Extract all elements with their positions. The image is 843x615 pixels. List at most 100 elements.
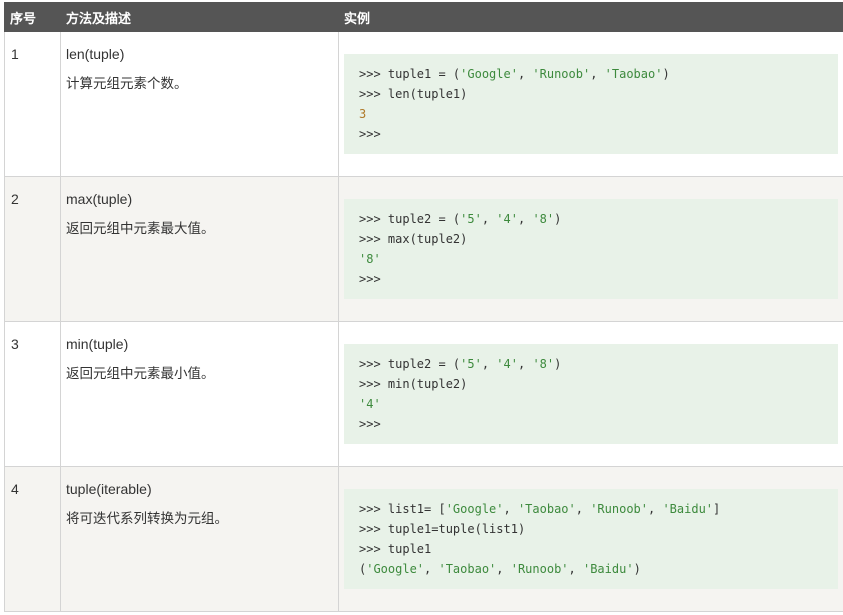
table-body: 1len(tuple)计算元组元素个数。>>> tuple1 = ('Googl…: [5, 32, 843, 612]
code-token: ): [662, 67, 669, 81]
code-token: >>> list1= [: [359, 502, 446, 516]
code-token: >>>: [359, 272, 381, 286]
code-token: >>>: [359, 127, 381, 141]
code-line: >>>: [359, 269, 823, 289]
code-token: ,: [496, 562, 510, 576]
code-string: 'Google': [446, 502, 504, 516]
method-name: max(tuple): [61, 177, 338, 207]
code-token: >>> tuple1: [359, 542, 431, 556]
code-string: '5': [460, 357, 482, 371]
code-line: >>> tuple1: [359, 539, 823, 559]
code-token: >>> tuple2 = (: [359, 357, 460, 371]
code-string: 'Baidu': [583, 562, 634, 576]
example-cell: >>> tuple2 = ('5', '4', '8') >>> max(tupl…: [339, 177, 843, 322]
table-row: 2max(tuple)返回元组中元素最大值。>>> tuple2 = ('5',…: [5, 177, 843, 322]
code-line: >>> tuple2 = ('5', '4', '8'): [359, 209, 823, 229]
code-token: ): [554, 212, 561, 226]
code-line: >>> max(tuple2): [359, 229, 823, 249]
code-line: >>>: [359, 124, 823, 144]
code-string: '4': [496, 357, 518, 371]
code-string: 'Google': [366, 562, 424, 576]
code-token: ,: [482, 212, 496, 226]
code-token: ): [554, 357, 561, 371]
code-line: >>> list1= ['Google', 'Taobao', 'Runoob'…: [359, 499, 823, 519]
code-token: ,: [504, 502, 518, 516]
code-token: >>> max(tuple2): [359, 232, 467, 246]
method-name: min(tuple): [61, 322, 338, 352]
code-token: >>>: [359, 417, 381, 431]
code-string: '8': [532, 357, 554, 371]
code-token: ]: [713, 502, 720, 516]
table-row: 1len(tuple)计算元组元素个数。 >>> tuple1 = ('Googl…: [5, 32, 843, 177]
table-row: 4tuple(iterable)将可迭代系列转换为元组。 >>> list1= […: [5, 467, 843, 612]
code-number: 3: [359, 107, 366, 121]
table-row: 3min(tuple)返回元组中元素最小值。>>> tuple2 = ('5',…: [5, 322, 843, 467]
code-string: '5': [460, 212, 482, 226]
header-row: 序号 方法及描述 实例: [5, 3, 843, 32]
code-line: 3: [359, 104, 823, 124]
code-token: >>> min(tuple2): [359, 377, 467, 391]
code-block: >>> tuple1 = ('Google', 'Runoob', 'Taoba…: [344, 54, 838, 154]
code-block: >>> list1= ['Google', 'Taobao', 'Runoob'…: [344, 489, 838, 589]
row-number: 4: [5, 467, 60, 497]
code-token: ,: [518, 67, 532, 81]
method-description: 返回元组中元素最小值。: [61, 352, 338, 382]
method-description: 计算元组元素个数。: [61, 62, 338, 92]
code-string: 'Taobao': [605, 67, 663, 81]
code-line: >>> tuple1=tuple(list1): [359, 519, 823, 539]
code-line: >>> tuple1 = ('Google', 'Runoob', 'Taoba…: [359, 64, 823, 84]
code-line: '4': [359, 394, 823, 414]
code-string: '4': [359, 397, 381, 411]
code-string: 'Google': [460, 67, 518, 81]
code-token: >>> tuple1=tuple(list1): [359, 522, 525, 536]
example-cell: >>> list1= ['Google', 'Taobao', 'Runoob'…: [339, 467, 843, 612]
code-string: 'Runoob': [511, 562, 569, 576]
code-string: 'Baidu': [662, 502, 713, 516]
tuple-functions-table: 序号 方法及描述 实例 1len(tuple)计算元组元素个数。>>> tupl…: [4, 2, 843, 612]
code-string: '8': [532, 212, 554, 226]
row-number: 2: [5, 177, 60, 207]
code-token: >>> tuple1 = (: [359, 67, 460, 81]
number-cell: 1: [5, 32, 61, 177]
code-string: '8': [359, 252, 381, 266]
method-name: len(tuple): [61, 32, 338, 62]
row-number: 3: [5, 322, 60, 352]
header-method: 方法及描述: [61, 3, 339, 32]
code-token: ,: [518, 212, 532, 226]
code-string: 'Runoob': [590, 502, 648, 516]
code-block: >>> tuple2 = ('5', '4', '8') >>> min(tupl…: [344, 344, 838, 444]
table-header: 序号 方法及描述 实例: [5, 3, 843, 32]
number-cell: 3: [5, 322, 61, 467]
code-string: 'Runoob': [532, 67, 590, 81]
method-description: 返回元组中元素最大值。: [61, 207, 338, 237]
example-cell: >>> tuple2 = ('5', '4', '8') >>> min(tupl…: [339, 322, 843, 467]
code-line: >>> tuple2 = ('5', '4', '8'): [359, 354, 823, 374]
number-cell: 4: [5, 467, 61, 612]
code-line: >>>: [359, 414, 823, 434]
code-string: 'Taobao': [518, 502, 576, 516]
method-cell: min(tuple)返回元组中元素最小值。: [61, 322, 339, 467]
code-line: '8': [359, 249, 823, 269]
code-token: >>> tuple2 = (: [359, 212, 460, 226]
method-cell: max(tuple)返回元组中元素最大值。: [61, 177, 339, 322]
method-name: tuple(iterable): [61, 467, 338, 497]
code-token: ,: [424, 562, 438, 576]
code-string: '4': [496, 212, 518, 226]
code-token: ,: [518, 357, 532, 371]
header-number: 序号: [5, 3, 61, 32]
code-token: ,: [590, 67, 604, 81]
method-cell: tuple(iterable)将可迭代系列转换为元组。: [61, 467, 339, 612]
method-cell: len(tuple)计算元组元素个数。: [61, 32, 339, 177]
code-token: >>> len(tuple1): [359, 87, 467, 101]
code-token: ,: [482, 357, 496, 371]
header-example: 实例: [339, 3, 843, 32]
code-line: >>> min(tuple2): [359, 374, 823, 394]
code-token: ,: [569, 562, 583, 576]
code-string: 'Taobao': [438, 562, 496, 576]
code-block: >>> tuple2 = ('5', '4', '8') >>> max(tupl…: [344, 199, 838, 299]
code-token: ): [634, 562, 641, 576]
code-token: ,: [648, 502, 662, 516]
method-description: 将可迭代系列转换为元组。: [61, 497, 338, 527]
code-line: >>> len(tuple1): [359, 84, 823, 104]
example-cell: >>> tuple1 = ('Google', 'Runoob', 'Taoba…: [339, 32, 843, 177]
